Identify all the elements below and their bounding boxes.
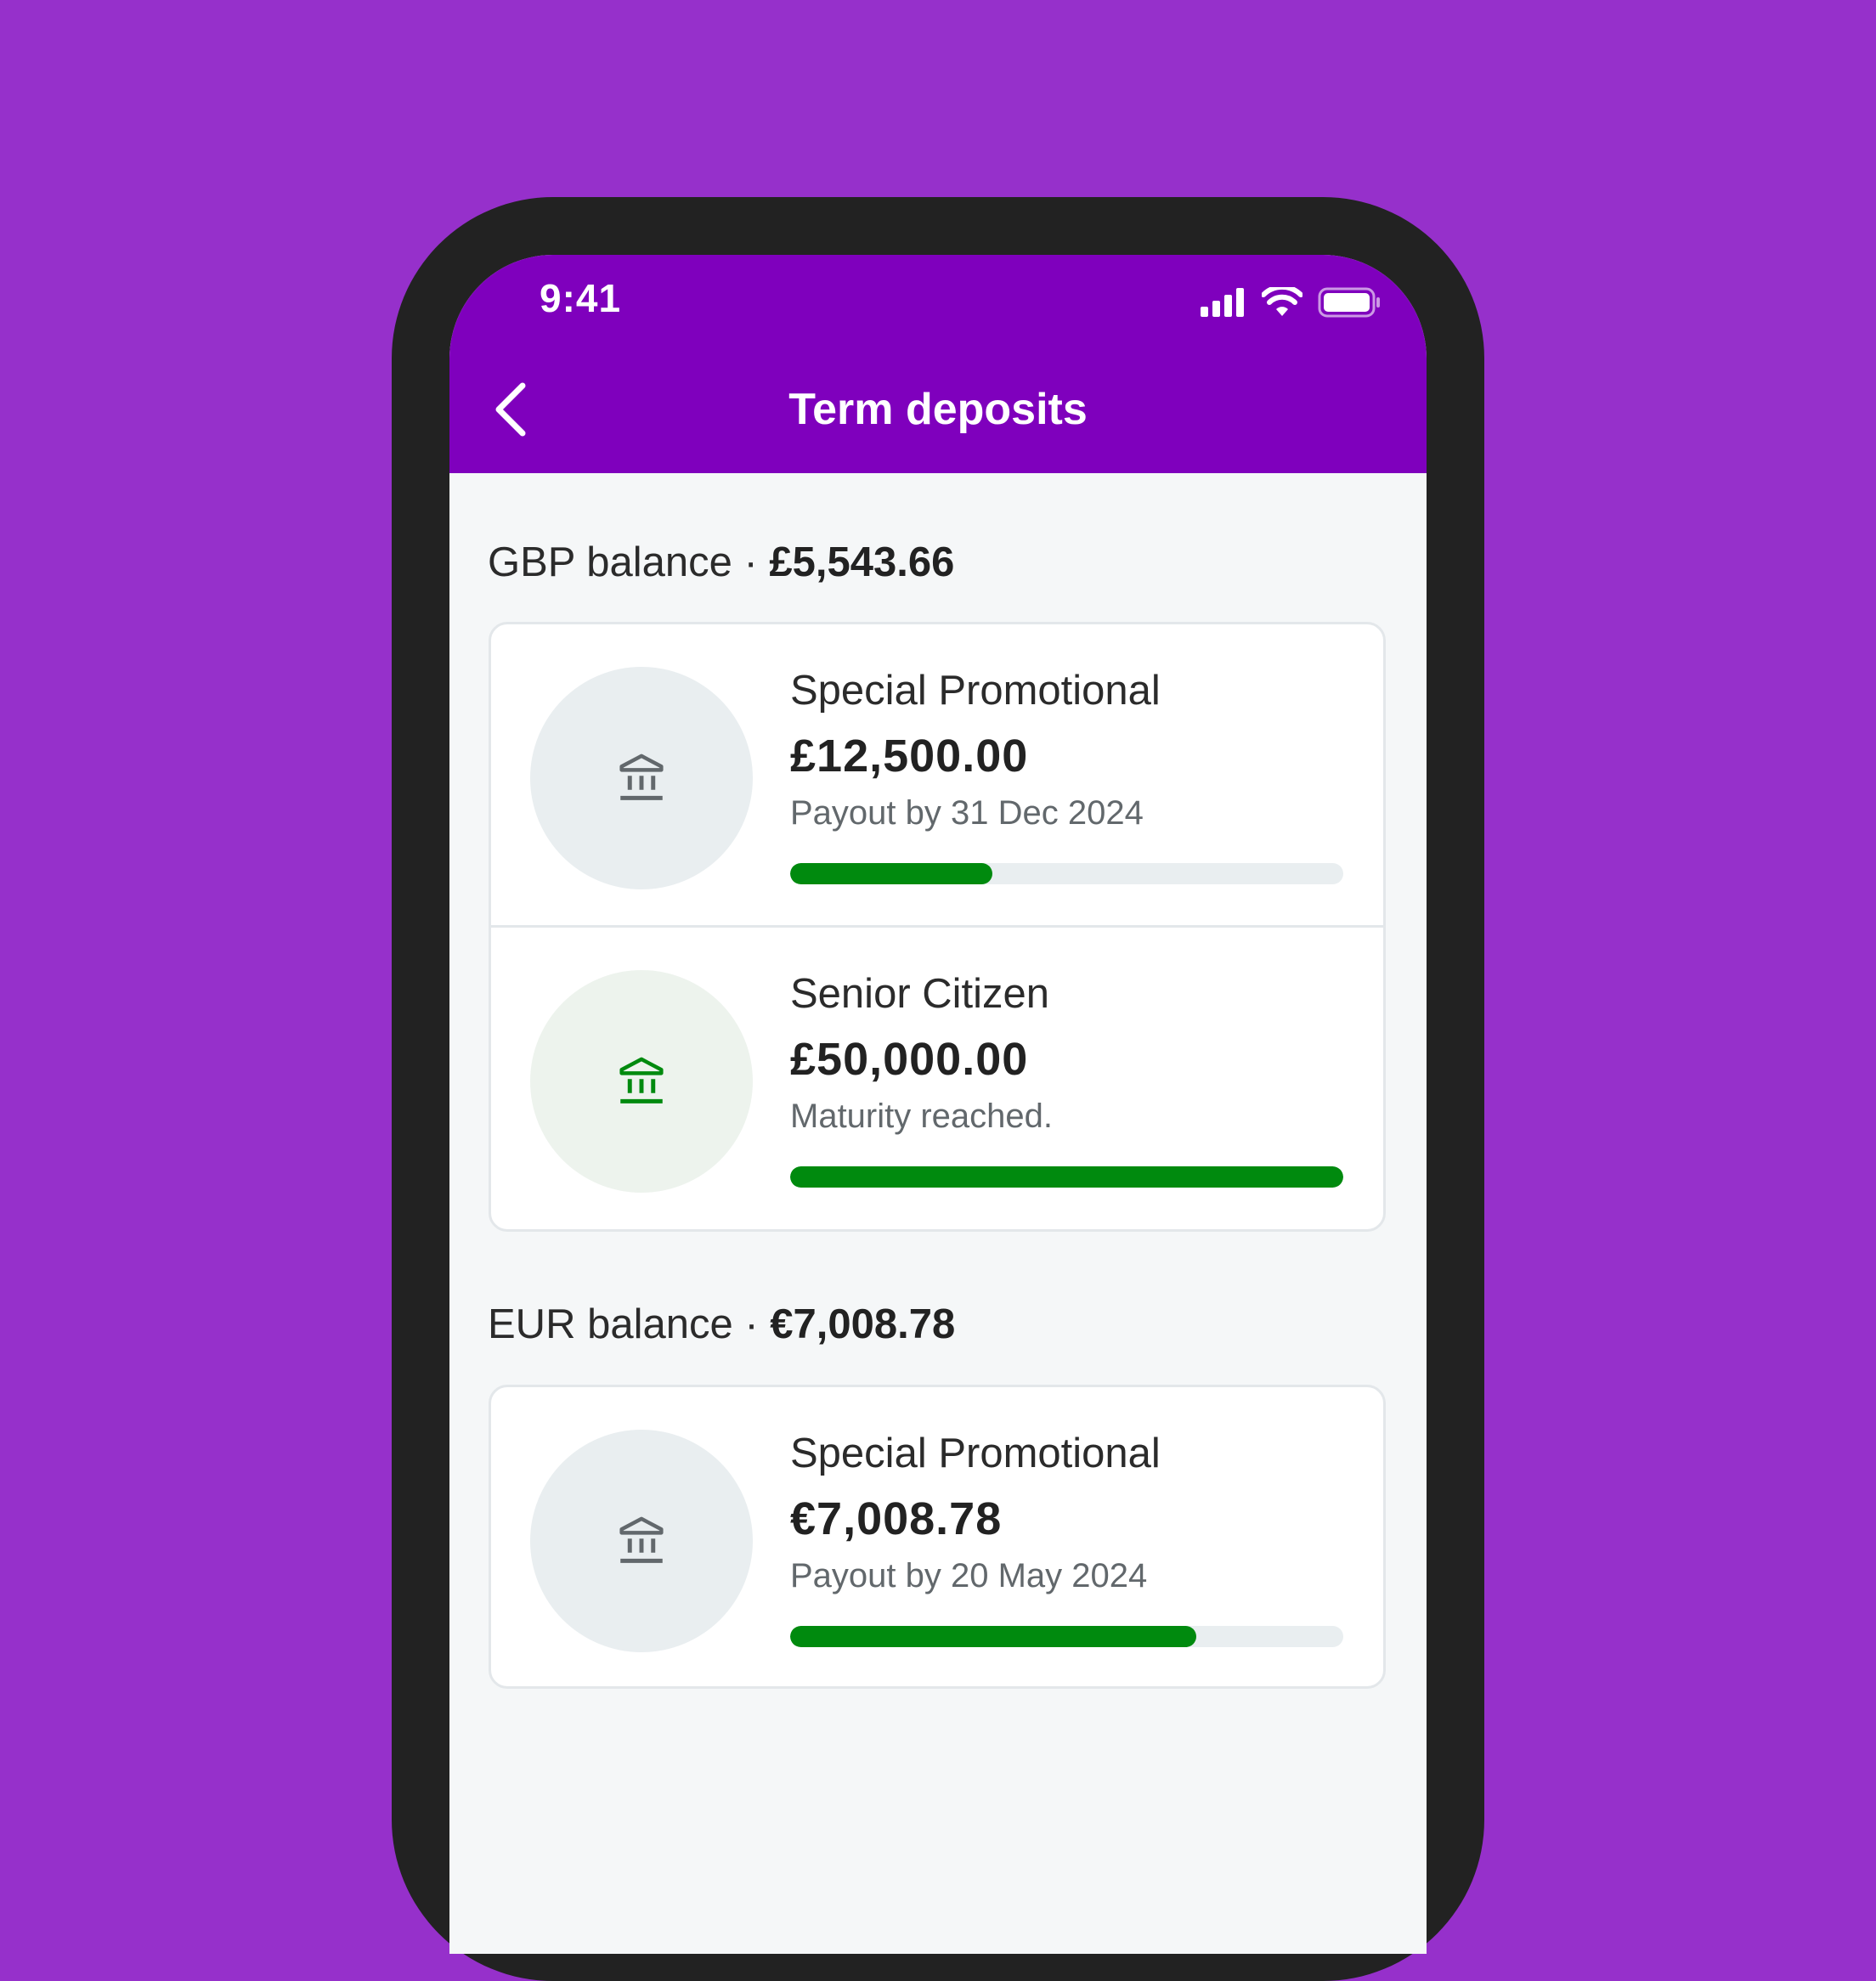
battery-icon — [1318, 287, 1380, 318]
progress-fill — [790, 1626, 1197, 1647]
bank-icon — [619, 1057, 664, 1103]
page-title: Term deposits — [788, 385, 1088, 434]
deposit-avatar — [530, 1430, 753, 1652]
app-bar: 9:41 Term deposits — [449, 255, 1427, 473]
section-header-gbp: GBP balance · £5,543.66 — [488, 539, 954, 586]
bank-icon — [619, 753, 664, 800]
section-header-eur: EUR balance · €7,008.78 — [488, 1301, 955, 1348]
deposit-row[interactable]: Senior Citizen £50,000.00 Maturity reach… — [491, 925, 1383, 1228]
wifi-icon — [1262, 287, 1302, 316]
deposit-note: Payout by 31 Dec 2024 — [790, 794, 1144, 832]
status-icons — [1201, 287, 1381, 318]
signal-icon — [1201, 288, 1244, 317]
deposit-amount: £50,000.00 — [790, 1034, 1029, 1085]
deposit-avatar — [530, 970, 753, 1193]
deposit-name: Senior Citizen — [790, 971, 1050, 1017]
deposit-card-eur: Special Promotional €7,008.78 Payout by … — [489, 1385, 1386, 1689]
progress-fill — [790, 1166, 1343, 1188]
deposit-row[interactable]: Special Promotional €7,008.78 Payout by … — [491, 1387, 1383, 1686]
deposit-row[interactable]: Special Promotional £12,500.00 Payout by… — [491, 624, 1383, 925]
deposit-progress-bar — [790, 1626, 1343, 1647]
deposit-amount: £12,500.00 — [790, 731, 1029, 782]
deposit-card-gbp: Special Promotional £12,500.00 Payout by… — [489, 622, 1386, 1232]
deposit-amount: €7,008.78 — [790, 1493, 1003, 1544]
section-balance: €7,008.78 — [770, 1301, 956, 1347]
deposit-name: Special Promotional — [790, 1431, 1161, 1476]
deposit-progress-bar — [790, 1166, 1343, 1188]
section-balance: £5,543.66 — [769, 539, 955, 585]
phone-screen: 9:41 Term deposits GBP balance · £5,543.… — [449, 255, 1427, 1954]
deposit-note: Payout by 20 May 2024 — [790, 1557, 1148, 1594]
section-label: GBP balance · — [488, 539, 758, 585]
section-label: EUR balance · — [488, 1301, 759, 1347]
bank-icon — [619, 1516, 664, 1563]
status-time: 9:41 — [540, 276, 622, 320]
progress-fill — [790, 863, 992, 884]
deposit-progress-bar — [790, 863, 1343, 884]
deposit-note: Maturity reached. — [790, 1098, 1054, 1135]
deposit-avatar — [530, 667, 753, 889]
deposit-name: Special Promotional — [790, 668, 1161, 714]
